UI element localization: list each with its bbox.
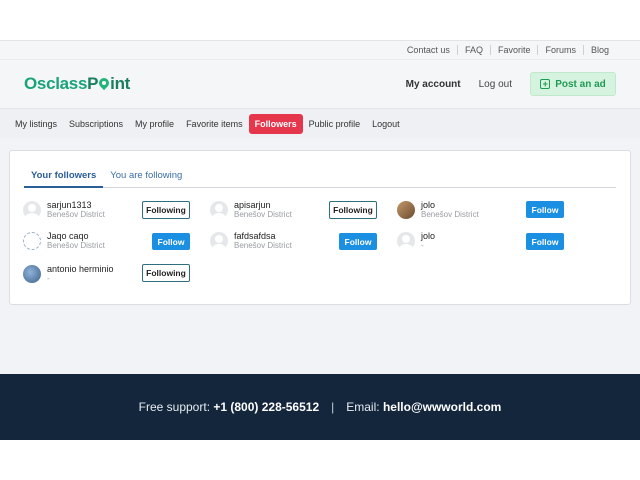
avatar[interactable] (23, 201, 41, 219)
faq-link[interactable]: FAQ (456, 45, 490, 55)
user-location: Benešov District (234, 210, 292, 219)
user-location: Benešov District (421, 210, 479, 219)
my-account-link[interactable]: My account (406, 79, 461, 90)
nav-followers[interactable]: Followers (248, 113, 303, 134)
avatar[interactable] (23, 232, 41, 250)
avatar[interactable] (23, 265, 41, 283)
support-phone[interactable]: +1 (800) 228-56512 (213, 400, 319, 414)
logo-text-int: int (110, 74, 131, 93)
following-button[interactable]: Following (142, 264, 190, 282)
map-pin-icon (99, 78, 109, 90)
logo-text-p: P (87, 74, 99, 93)
avatar[interactable] (397, 232, 415, 250)
follow-button[interactable]: Follow (152, 233, 190, 250)
logo-text-osclass: Osclass (24, 74, 88, 93)
site-footer: Free support: +1 (800) 228-56512 | Email… (0, 374, 640, 440)
followers-tabs: Your followers You are following (24, 164, 616, 188)
user-location: - (421, 241, 424, 250)
forums-link[interactable]: Forums (537, 45, 583, 55)
user-name[interactable]: sarjun1313 (47, 200, 105, 210)
log-out-link[interactable]: Log out (479, 79, 512, 90)
follow-button[interactable]: Follow (526, 233, 564, 250)
user-navigation: My listings Subscriptions My profile Fav… (0, 108, 640, 138)
nav-my-listings[interactable]: My listings (9, 114, 63, 134)
support-email[interactable]: hello@wwworld.com (383, 400, 501, 414)
top-links-bar: Contact us FAQ Favorite Forums Blog (0, 40, 640, 60)
user-name[interactable]: apisarjun (234, 200, 292, 210)
nav-public-profile[interactable]: Public profile (303, 114, 367, 134)
nav-favorite-items[interactable]: Favorite items (180, 114, 249, 134)
followers-panel: Your followers You are following sarjun1… (9, 150, 631, 305)
nav-logout[interactable]: Logout (366, 114, 406, 134)
user-location: Benešov District (47, 241, 105, 250)
support-label: Free support: (138, 400, 211, 414)
avatar[interactable] (397, 201, 415, 219)
avatar[interactable] (210, 232, 228, 250)
nav-subscriptions[interactable]: Subscriptions (63, 114, 129, 134)
user-name[interactable]: jolo (421, 200, 479, 210)
tab-your-followers[interactable]: Your followers (24, 164, 104, 188)
following-button[interactable]: Following (329, 201, 377, 219)
contact-us-link[interactable]: Contact us (400, 45, 457, 55)
user-name[interactable]: jolo (421, 231, 435, 241)
post-ad-label: Post an ad (555, 78, 606, 90)
footer-separator: | (331, 400, 335, 414)
post-ad-button[interactable]: + Post an ad (530, 72, 616, 96)
blog-link[interactable]: Blog (582, 45, 616, 55)
favorite-link[interactable]: Favorite (489, 45, 538, 55)
user-location: - (47, 274, 50, 283)
site-header: Osclass Pint My account Log out + Post an… (0, 60, 640, 108)
following-button[interactable]: Following (142, 201, 190, 219)
top-whitespace (0, 0, 640, 40)
user-name[interactable]: Jaqo caqo (47, 231, 105, 241)
plus-square-icon: + (540, 79, 551, 89)
nav-my-profile[interactable]: My profile (129, 114, 180, 134)
tab-you-are-following[interactable]: You are following (103, 164, 189, 188)
follow-button[interactable]: Follow (339, 233, 377, 250)
header-actions: My account Log out + Post an ad (406, 60, 616, 108)
user-name[interactable]: antonio herminio (47, 264, 114, 274)
site-wrapper: Contact us FAQ Favorite Forums Blog Oscl… (0, 40, 640, 374)
follow-button[interactable]: Follow (526, 201, 564, 218)
avatar[interactable] (210, 201, 228, 219)
user-location: Benešov District (47, 210, 105, 219)
user-location: Benešov District (234, 241, 292, 250)
email-label: Email: (346, 400, 380, 414)
user-name[interactable]: fafdsafdsa (234, 231, 292, 241)
site-logo[interactable]: Osclass Pint (24, 74, 130, 94)
